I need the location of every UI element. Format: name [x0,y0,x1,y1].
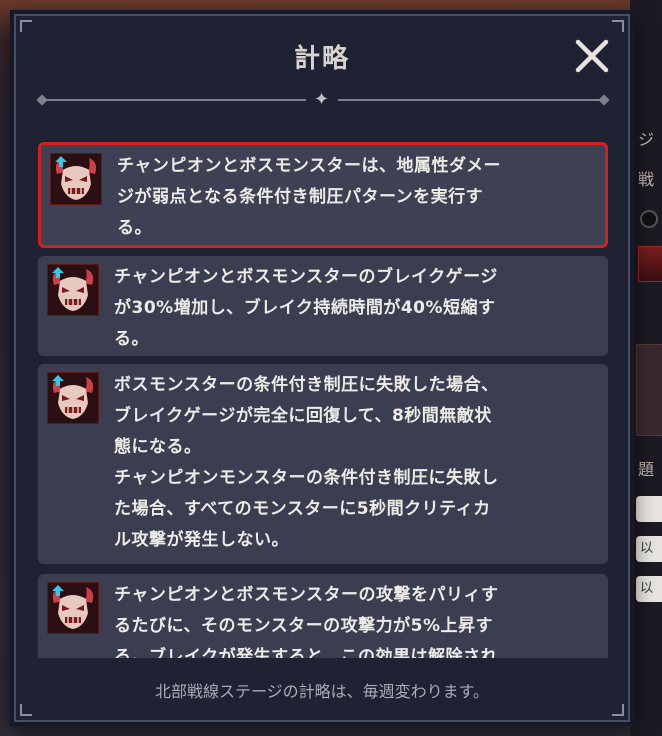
close-icon [575,39,609,73]
frame-corner [612,20,624,32]
background-button [636,496,662,522]
demon-mask-buff-icon [47,264,99,316]
background-button: 以 [636,536,662,562]
title-divider: ✦ [36,89,610,110]
background-text: ジ [638,130,655,149]
background-button: 以 [636,576,662,602]
footer-note: 北部戦線ステージの計略は、毎週変わります。 [154,682,490,701]
strategy-card[interactable]: チャンピオンとボスモンスターの攻撃をパリィす るたびに、そのモンスターの攻撃力が… [38,574,608,658]
demon-mask-buff-icon [47,372,99,424]
strategy-text: チャンピオンとボスモンスターは、地属性ダメー ジが弱点となる条件付き制圧パターン… [117,156,501,238]
frame-corner [20,20,32,32]
frame-corner [612,704,624,716]
close-button[interactable] [572,36,612,76]
search-icon [640,210,658,228]
background-card [636,344,662,436]
background-text: 戦 [638,170,655,189]
background-text: 題 [638,460,655,479]
strategy-text: ボスモンスターの条件付き制圧に失敗した場合、 ブレイクゲージが完全に回復して、8… [114,375,499,550]
strategy-card[interactable]: ボスモンスターの条件付き制圧に失敗した場合、 ブレイクゲージが完全に回復して、8… [38,364,608,564]
strategy-card[interactable]: チャンピオンとボスモンスターは、地属性ダメー ジが弱点となる条件付き制圧パターン… [38,142,608,248]
demon-mask-buff-icon [50,153,102,205]
frame-corner [20,704,32,716]
background-side-panel: ジ 戦 題 以 以 [630,0,662,736]
background-thumbnail [638,246,662,282]
star-ornament-icon: ✦ [314,89,330,110]
strategy-dialog: 計略 ✦ チャンピオンとボスモンスターは、地属性ダメー ジが弱点となる条件付き制… [14,14,630,722]
strategy-card[interactable]: チャンピオンとボスモンスターのブレイクゲージ が30%増加し、ブレイク持続時間が… [38,256,608,356]
strategy-text: チャンピオンとボスモンスターの攻撃をパリィす るたびに、そのモンスターの攻撃力が… [114,585,499,658]
strategy-text: チャンピオンとボスモンスターのブレイクゲージ が30%増加し、ブレイク持続時間が… [114,267,498,349]
strategy-list[interactable]: チャンピオンとボスモンスターは、地属性ダメー ジが弱点となる条件付き制圧パターン… [38,142,610,658]
dialog-title: 計略 [293,44,350,74]
demon-mask-buff-icon [47,582,99,634]
